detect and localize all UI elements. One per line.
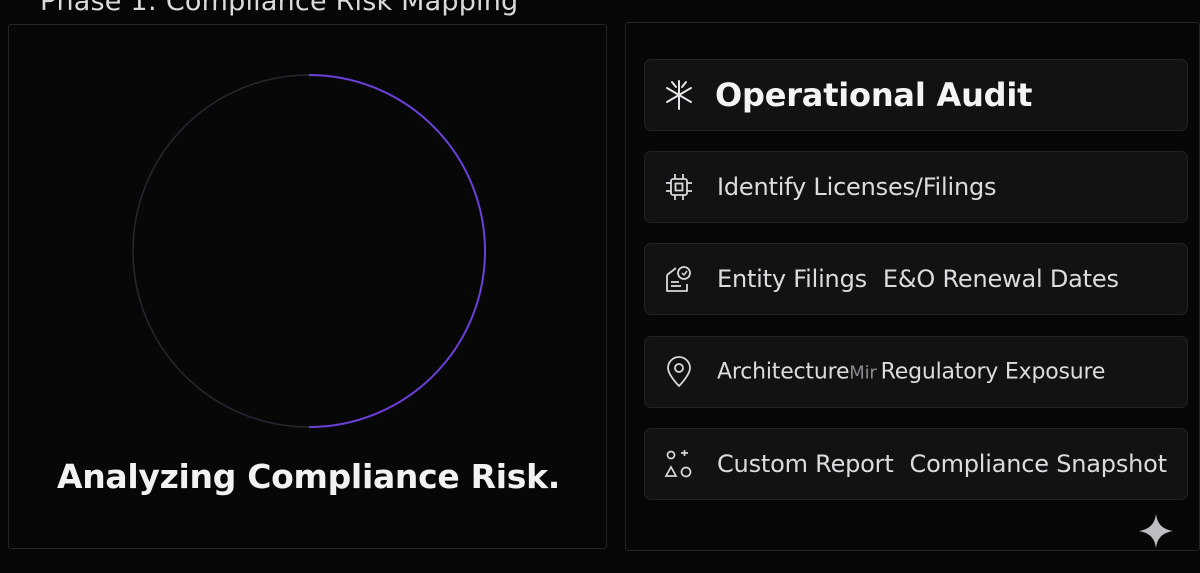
sparkle-icon bbox=[1139, 514, 1173, 548]
progress-ring-track bbox=[132, 74, 486, 428]
step-label: Identify Licenses/Filings bbox=[717, 173, 997, 201]
chip-icon bbox=[661, 169, 697, 205]
step-architecture[interactable]: ArchitectureMir Regulatory Exposure bbox=[644, 336, 1188, 408]
analysis-status-text: Analyzing Compliance Risk. bbox=[56, 457, 560, 496]
analysis-panel: Analyzing Compliance Risk. bbox=[8, 24, 607, 549]
step-entity-filings[interactable]: Entity Filings E&O Renewal Dates bbox=[644, 243, 1188, 315]
step-operational-audit[interactable]: Operational Audit bbox=[644, 59, 1188, 131]
progress-ring bbox=[132, 74, 487, 428]
step-label-secondary: Compliance Snapshot bbox=[909, 450, 1167, 478]
step-label: Operational Audit bbox=[715, 76, 1033, 114]
shapes-icon bbox=[661, 446, 697, 482]
document-seal-icon bbox=[661, 261, 697, 297]
step-label-primary: Architecture bbox=[717, 359, 850, 385]
location-pin-icon bbox=[661, 354, 697, 390]
sparkle-burst-icon bbox=[661, 77, 697, 113]
step-identify-licenses[interactable]: Identify Licenses/Filings bbox=[644, 151, 1188, 223]
progress-ring-arc bbox=[308, 74, 487, 428]
step-label-primary: Custom Report bbox=[717, 450, 894, 478]
step-label-fragment: Mir bbox=[849, 362, 877, 384]
step-label-primary: Entity Filings bbox=[717, 265, 867, 293]
phase-title: Phase 1: Compliance Risk Mapping bbox=[40, 0, 519, 17]
step-label-secondary: E&O Renewal Dates bbox=[882, 265, 1119, 293]
step-label-secondary: Regulatory Exposure bbox=[880, 359, 1106, 385]
steps-panel: Operational Audit Identify Licenses/Fili… bbox=[625, 22, 1200, 551]
compliance-risk-page: Phase 1: Compliance Risk Mapping Analyzi… bbox=[0, 0, 1200, 573]
step-custom-report[interactable]: Custom Report Compliance Snapshot bbox=[644, 428, 1188, 500]
